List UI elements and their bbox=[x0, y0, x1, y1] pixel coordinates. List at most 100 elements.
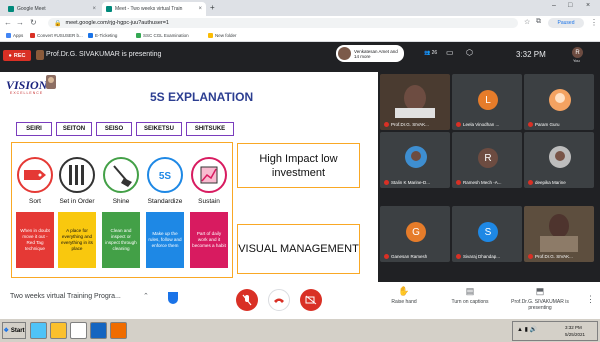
bookmark-label: Apps bbox=[13, 33, 24, 38]
participant-tile[interactable]: deepika Marine bbox=[524, 132, 594, 188]
presentation-slide: VISION EXCELLENCE 5S EXPLANATION SEIRI S… bbox=[0, 72, 378, 282]
s-word-box: SHITSUKE bbox=[186, 122, 234, 136]
taskbar-app-explorer-icon[interactable] bbox=[50, 322, 67, 339]
participant-tile[interactable]: Prof.Dr.G. SIVAK... bbox=[380, 74, 450, 130]
bookmark-new-folder[interactable]: New folder bbox=[208, 33, 237, 38]
activities-icon[interactable]: ⬡ bbox=[466, 48, 473, 57]
meeting-clock: 3:32 PM bbox=[516, 50, 546, 59]
forward-icon[interactable]: → bbox=[16, 18, 24, 27]
self-avatar[interactable]: R bbox=[572, 47, 583, 58]
participant-name-text: Prof.Dr.G. SIVAK... bbox=[391, 122, 429, 127]
participant-tile[interactable]: Stalin K Marine-D... bbox=[380, 132, 450, 188]
participant-name: Sivaraj Dhandap... bbox=[456, 254, 500, 259]
bookmark-apps[interactable]: Apps bbox=[6, 33, 23, 38]
broom-icon bbox=[103, 157, 139, 193]
column-description: Make up the rules, follow and enforce th… bbox=[146, 212, 184, 268]
taskbar-app-media-icon[interactable] bbox=[110, 322, 127, 339]
profile-paused-button[interactable]: Paused bbox=[548, 18, 584, 28]
address-bar-row: ← → ↻ 🔒 meet.google.com/rjg-hgpc-juu?aut… bbox=[0, 16, 600, 30]
column-label: Sustain bbox=[198, 198, 220, 205]
mic-off-icon bbox=[528, 254, 533, 259]
participant-tile[interactable]: Param Guru bbox=[524, 74, 594, 130]
back-icon[interactable]: ← bbox=[4, 18, 12, 27]
presenting-button[interactable]: ⬒ Prof.Dr.G. SIVAKUMAR is presenting bbox=[504, 286, 576, 311]
participant-name-text: Leela Vinodhan ... bbox=[463, 122, 500, 127]
participant-count[interactable]: 👥 26 bbox=[424, 50, 437, 56]
mic-off-icon bbox=[528, 122, 533, 127]
bookmark-convert[interactable]: Convert #USUSER b... bbox=[30, 33, 83, 38]
raise-hand-button[interactable]: ✋ Raise hand bbox=[374, 286, 434, 305]
column-description: A place for everything and everything in… bbox=[58, 212, 96, 268]
participant-tile[interactable]: S Sivaraj Dhandap... bbox=[452, 206, 522, 262]
participant-name: deepika Marine bbox=[528, 180, 566, 185]
maximize-icon[interactable]: □ bbox=[568, 2, 572, 9]
menu-icon[interactable]: ⋮ bbox=[590, 18, 598, 27]
participant-name-text: Param Guru bbox=[535, 122, 560, 127]
s-word-box: SEITON bbox=[56, 122, 92, 136]
bookmark-label: New folder bbox=[215, 33, 237, 38]
bookmark-favicon-icon bbox=[30, 33, 35, 38]
apps-icon bbox=[6, 33, 11, 38]
column-label: Sort bbox=[29, 198, 41, 205]
presenting-label: Prof.Dr.G. SIVAKUMAR is presenting bbox=[511, 299, 569, 311]
red-tag-icon bbox=[17, 157, 53, 193]
camera-toggle-button[interactable] bbox=[300, 289, 322, 311]
captions-icon: ▤ bbox=[465, 286, 475, 296]
avatar: L bbox=[478, 90, 498, 110]
video-feed-icon bbox=[540, 214, 578, 252]
participant-name-text: Prof.Dr.G. SIVAK... bbox=[535, 254, 573, 259]
joined-text: Venkatesan Amet and 14 more bbox=[354, 48, 398, 59]
participant-tile[interactable]: G Ganesan Ramesh bbox=[380, 206, 450, 262]
people-icon: 👥 bbox=[424, 50, 431, 56]
mic-toggle-button[interactable] bbox=[236, 289, 258, 311]
close-window-icon[interactable]: × bbox=[586, 2, 590, 9]
tray-time: 3:32 PM bbox=[565, 325, 582, 330]
close-tab-icon[interactable]: × bbox=[198, 6, 202, 12]
more-options-icon[interactable]: ⋮ bbox=[586, 294, 595, 305]
mic-off-icon bbox=[384, 180, 389, 185]
slide-title: 5S EXPLANATION bbox=[150, 90, 254, 104]
leave-call-button[interactable] bbox=[268, 289, 290, 311]
self-label: You bbox=[573, 58, 580, 63]
participant-name: Prof.Dr.G. SIVAK... bbox=[528, 254, 573, 259]
extension-icon[interactable]: ⧉ bbox=[536, 18, 541, 26]
reload-icon[interactable]: ↻ bbox=[30, 18, 37, 27]
participant-tile[interactable]: R Ramesh Mech -A... bbox=[452, 132, 522, 188]
chevron-up-icon[interactable]: ⌃ bbox=[143, 292, 149, 300]
shield-icon[interactable] bbox=[168, 292, 178, 304]
paused-label: Paused bbox=[557, 20, 575, 26]
bookmark-label: E-Ticketing bbox=[95, 33, 118, 38]
taskbar-app-chrome-icon[interactable] bbox=[70, 322, 87, 339]
camera-off-icon bbox=[305, 295, 317, 305]
bookmarks-bar: Apps Convert #USUSER b... E-Ticketing SS… bbox=[0, 30, 600, 42]
avatar bbox=[549, 146, 571, 168]
start-button[interactable]: ❖ Start bbox=[2, 322, 26, 339]
captions-button[interactable]: ▤ Turn on captions bbox=[440, 286, 500, 305]
bookmark-eticketing[interactable]: E-Ticketing bbox=[88, 33, 117, 38]
tab-meet-active[interactable]: Meet - Two weeks virtual Train × bbox=[102, 2, 206, 16]
avatar: S bbox=[478, 222, 498, 242]
new-tab-button[interactable]: + bbox=[210, 3, 215, 12]
close-tab-icon[interactable]: × bbox=[92, 6, 96, 12]
taskbar-app-word-icon[interactable] bbox=[90, 322, 107, 339]
windows-taskbar: ❖ Start ▲ ▮ 🔊 3:32 PM 5/25/2021 bbox=[0, 318, 600, 342]
participant-count-value: 26 bbox=[431, 50, 438, 56]
tab-google-meet[interactable]: Google Meet × bbox=[4, 2, 100, 16]
participant-tile[interactable]: L Leela Vinodhan ... bbox=[452, 74, 522, 130]
windows-logo-icon: ❖ bbox=[3, 328, 9, 334]
joined-notification[interactable]: Venkatesan Amet and 14 more bbox=[336, 45, 404, 62]
participant-name: Ganesan Ramesh bbox=[384, 254, 427, 259]
url-input[interactable]: 🔒 meet.google.com/rjg-hgpc-juu?authuser=… bbox=[48, 18, 518, 28]
avatar: R bbox=[478, 148, 498, 168]
taskbar-app-ie-icon[interactable] bbox=[30, 322, 47, 339]
meeting-details-button[interactable]: Two weeks virtual Training Progra... bbox=[10, 293, 121, 300]
bookmark-ssc[interactable]: SSC CGL Examination bbox=[136, 33, 189, 38]
svg-text:5S: 5S bbox=[159, 171, 172, 182]
participant-name: Prof.Dr.G. SIVAK... bbox=[384, 122, 429, 127]
minimize-icon[interactable]: – bbox=[552, 2, 556, 9]
s-word-box: SEIRI bbox=[16, 122, 52, 136]
participant-name: Leela Vinodhan ... bbox=[456, 122, 499, 127]
participant-tile[interactable]: Prof.Dr.G. SIVAK... bbox=[524, 206, 594, 262]
star-icon[interactable]: ☆ bbox=[524, 18, 530, 26]
chat-icon[interactable]: ▭ bbox=[446, 48, 454, 57]
